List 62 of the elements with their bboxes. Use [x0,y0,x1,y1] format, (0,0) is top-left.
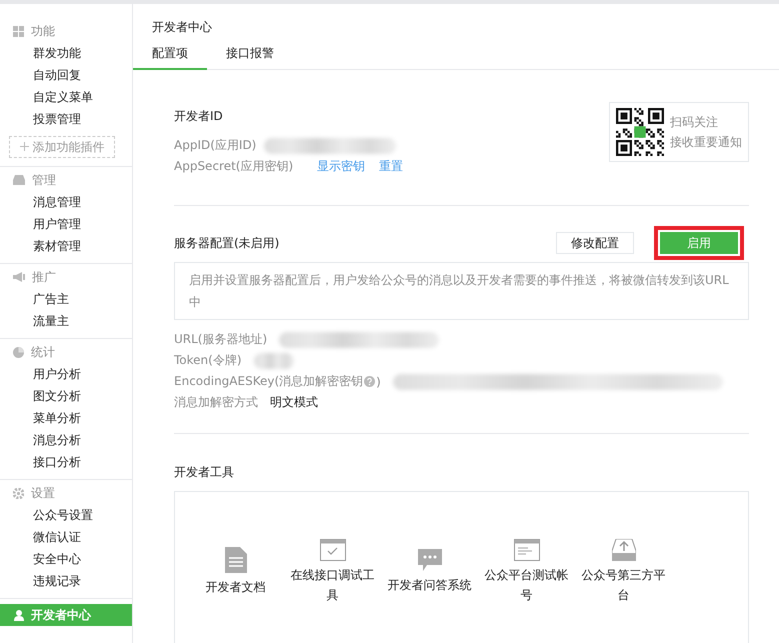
sidebar-item[interactable]: 素材管理 [0,235,132,257]
field-label: Token(令牌) [174,352,242,369]
sidebar-item[interactable]: 用户管理 [0,213,132,235]
sidebar-item[interactable]: 安全中心 [0,548,132,570]
qr-caption: 接收重要通知 [670,134,742,151]
sidebar-item[interactable]: 流量主 [0,310,132,332]
section-title: 开发者工具 [174,464,235,481]
sidebar-item[interactable]: 消息管理 [0,191,132,213]
upload-tray-icon [612,539,636,561]
inbox-icon [13,175,25,185]
sidebar-item[interactable]: 群发功能 [0,42,132,64]
tool-link[interactable]: 公众号第三方平台 [580,565,666,605]
sidebar-item[interactable]: 用户分析 [0,363,132,385]
field-label: EncodingAESKey(消息加解密密钥 [174,373,364,390]
help-icon [364,376,376,387]
section-title: 服务器配置(未启用) [174,234,280,252]
sidebar-item[interactable]: 投票管理 [0,108,132,130]
field-label: AppID(应用ID) [174,137,256,154]
browser-window-icon [514,539,540,561]
browser-window-icon [320,539,346,561]
sidebar-item[interactable]: 自动回复 [0,64,132,86]
sidebar-group-title: 统计 [31,344,55,360]
document-icon [224,547,246,573]
sidebar-item[interactable]: 微信认证 [0,526,132,548]
field-label: AppSecret(应用密钥) [174,158,294,175]
megaphone-icon [13,272,25,282]
tab[interactable]: 配置项 [133,40,207,70]
sidebar-item[interactable]: 违规记录 [0,570,132,592]
grid-icon [13,26,24,36]
sidebar-item[interactable]: 广告主 [0,288,132,310]
page-title: 开发者中心 [151,19,213,36]
sidebar-group-title: 推广 [32,268,56,286]
tool-link[interactable]: 开发者问答系统 [388,575,472,595]
sidebar-item[interactable]: 公众号设置 [0,504,132,526]
tool-link[interactable]: 公众平台测试帐号 [484,565,570,605]
field-label: 消息加解密方式 [174,394,258,411]
tab[interactable]: 接口报警 [207,40,293,70]
tool-link[interactable]: 开发者文档 [206,577,266,597]
sidebar-item[interactable]: 图文分析 [0,385,132,407]
field-value: 明文模式 [270,394,318,411]
person-icon [14,610,24,620]
tool-link[interactable]: 在线接口调试工具 [290,565,376,605]
notice-text: 启用并设置服务器配置后，用户发给公众号的消息以及开发者需要的事件推送，将被微信转发到该URL中 [174,262,749,320]
sidebar-group-title: 管理 [32,172,56,188]
edit-config-button[interactable]: 修改配置 [556,232,634,254]
sidebar-item-label: 开发者中心 [31,606,91,624]
qr-code [616,108,664,156]
sidebar-group-title: 设置 [31,484,55,502]
gear-icon [13,488,24,498]
sidebar-item[interactable]: 消息分析 [0,429,132,451]
redacted-value [254,352,294,368]
pie-chart-icon [13,346,24,358]
plus-icon [20,142,28,150]
qr-caption: 扫码关注 [670,114,719,131]
sidebar-item[interactable]: 自定义菜单 [0,86,132,108]
sidebar-item[interactable]: 接口分析 [0,451,132,473]
section-title: 开发者ID [174,108,224,125]
chat-bubble-icon [418,549,442,571]
sidebar-item[interactable]: 菜单分析 [0,407,132,429]
field-label-suffix: ) [376,374,381,388]
sidebar-group-title: 功能 [31,22,55,40]
field-label: URL(服务器地址) [174,331,268,348]
